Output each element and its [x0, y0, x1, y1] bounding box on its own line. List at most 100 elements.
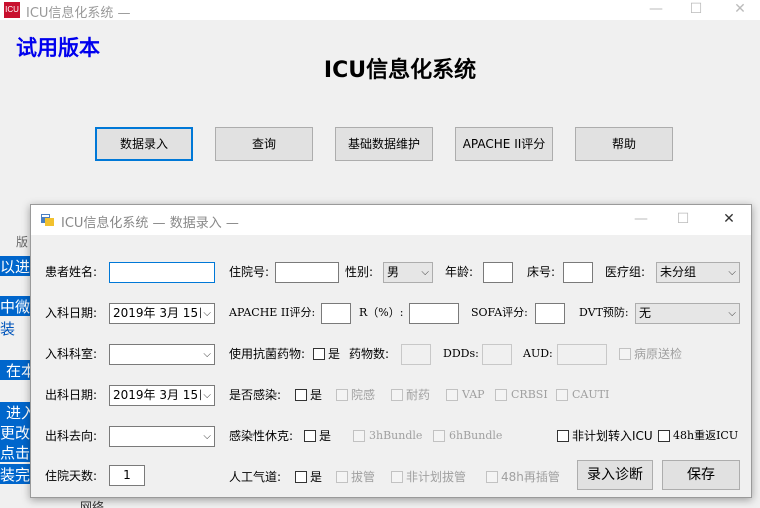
app-logo-icon: ICU: [4, 2, 20, 18]
infection-checkbox[interactable]: [295, 389, 307, 401]
destination-select[interactable]: ⌵: [109, 426, 215, 447]
left-fragment: 以进: [0, 256, 30, 276]
readmit-48h-checkbox[interactable]: [658, 430, 670, 442]
unplanned-extubation-checkbox[interactable]: [391, 471, 403, 483]
sofa-score-input[interactable]: [535, 303, 565, 324]
age-input[interactable]: [483, 262, 513, 283]
base-data-button[interactable]: 基础数据维护: [335, 127, 433, 161]
left-fragment: 点击: [0, 442, 30, 462]
chevron-down-icon: ⌵: [201, 304, 211, 323]
maximize-button[interactable]: ☐: [676, 0, 716, 20]
left-fragment: 装: [0, 320, 16, 338]
dialog-close-button[interactable]: ✕: [709, 210, 749, 230]
r-percent-label: R（%）:: [359, 306, 404, 319]
minimize-button[interactable]: —: [636, 0, 676, 20]
dvt-value: 无: [639, 306, 652, 320]
chevron-down-icon: ⌵: [203, 349, 211, 360]
vap-label: VAP: [462, 388, 485, 401]
septic-shock-label: 感染性休克:: [229, 429, 294, 443]
admit-date-picker[interactable]: 2019年 3月 15日 ⌵: [109, 303, 215, 324]
gender-value: 男: [387, 265, 400, 279]
extubation-checkbox[interactable]: [336, 471, 348, 483]
cauti-checkbox[interactable]: [556, 389, 568, 401]
hospital-infection-checkbox[interactable]: [336, 389, 348, 401]
query-button[interactable]: 查询: [215, 127, 313, 161]
left-fragment: 中微: [0, 296, 30, 316]
dialog-minimize-button[interactable]: —: [621, 210, 661, 230]
network-fragment: 网络: [80, 500, 105, 508]
drug-count-label: 药物数:: [349, 347, 390, 361]
specimen-checkbox[interactable]: [619, 348, 631, 360]
left-fragment: 在本: [0, 360, 30, 380]
ddds-input[interactable]: [482, 344, 512, 365]
team-label: 医疗组:: [605, 265, 646, 279]
hospital-infection-label: 院感: [351, 388, 376, 402]
chevron-down-icon: ⌵: [201, 386, 211, 405]
destination-label: 出科去向:: [45, 429, 98, 443]
airway-checkbox[interactable]: [295, 471, 307, 483]
help-button[interactable]: 帮助: [575, 127, 673, 161]
r-percent-input[interactable]: [409, 303, 459, 324]
septic-shock-checkbox[interactable]: [304, 430, 316, 442]
patient-name-input[interactable]: [109, 262, 215, 283]
bundle-3h-label: 3hBundle: [369, 429, 423, 442]
unplanned-icu-checkbox[interactable]: [557, 430, 569, 442]
data-entry-dialog: ICU信息化系统 — 数据录入 — — ☐ ✕ 患者姓名: 住院号: 性别: 男…: [30, 204, 752, 498]
reintubation-48h-label: 48h再插管: [501, 470, 560, 484]
team-value: 未分组: [660, 265, 697, 279]
infection-label: 是否感染:: [229, 388, 282, 402]
hospital-no-input[interactable]: [275, 262, 339, 283]
reintubation-48h-checkbox[interactable]: [486, 471, 498, 483]
team-select[interactable]: 未分组 ⌵: [656, 262, 740, 283]
enter-diagnosis-button[interactable]: 录入诊断: [577, 460, 653, 490]
close-button[interactable]: ✕: [720, 0, 760, 20]
dialog-title: ICU信息化系统 — 数据录入 —: [61, 216, 239, 231]
chevron-down-icon: ⌵: [203, 431, 211, 442]
dept-select[interactable]: ⌵: [109, 344, 215, 365]
airway-label: 人工气道:: [229, 470, 282, 484]
bundle-6h-label: 6hBundle: [449, 429, 503, 442]
dialog-maximize-button[interactable]: ☐: [663, 210, 703, 230]
bundle-6h-checkbox[interactable]: [433, 430, 445, 442]
unplanned-extubation-label: 非计划拔管: [406, 470, 467, 484]
dvt-select[interactable]: 无 ⌵: [635, 303, 740, 324]
infection-yes-label: 是: [310, 388, 323, 402]
gender-select[interactable]: 男 ⌵: [383, 262, 433, 283]
discharge-date-label: 出科日期:: [45, 388, 98, 402]
form-icon: [41, 214, 54, 226]
hospital-no-label: 住院号:: [229, 265, 270, 279]
vap-checkbox[interactable]: [446, 389, 458, 401]
antibiotic-label: 使用抗菌药物:: [229, 347, 306, 361]
gender-label: 性别:: [345, 265, 374, 279]
discharge-date-picker[interactable]: 2019年 3月 15日 ⌵: [109, 385, 215, 406]
admit-date-label: 入科日期:: [45, 306, 98, 320]
drug-count-input[interactable]: [401, 344, 431, 365]
aud-label: AUD:: [523, 347, 553, 360]
trial-version-label: 试用版本: [16, 35, 100, 60]
antibiotic-checkbox[interactable]: [313, 348, 325, 360]
bed-input[interactable]: [563, 262, 593, 283]
patient-name-label: 患者姓名:: [45, 265, 98, 279]
background-fragment: 版: [16, 235, 29, 249]
drug-resistance-checkbox[interactable]: [391, 389, 403, 401]
hospital-days-label: 住院天数:: [45, 469, 98, 483]
ddds-label: DDDs:: [443, 347, 479, 360]
crbsi-checkbox[interactable]: [495, 389, 507, 401]
left-fragment: 更改轨: [0, 422, 30, 442]
system-title: ICU信息化系统: [323, 58, 477, 83]
apache-score-input[interactable]: [321, 303, 351, 324]
apache-score-button[interactable]: APACHE II评分: [455, 127, 553, 161]
airway-yes-label: 是: [310, 470, 323, 484]
hospital-days-input[interactable]: 1: [109, 465, 145, 486]
main-window-title: ICU信息化系统 —: [26, 6, 131, 21]
age-label: 年龄:: [445, 265, 474, 279]
aud-input[interactable]: [557, 344, 607, 365]
save-button[interactable]: 保存: [662, 460, 740, 490]
antibiotic-yes-label: 是: [328, 347, 341, 361]
data-entry-button[interactable]: 数据录入: [95, 127, 193, 161]
sofa-score-label: SOFA评分:: [471, 306, 528, 319]
chevron-down-icon: ⌵: [421, 267, 429, 278]
bundle-3h-checkbox[interactable]: [353, 430, 365, 442]
chevron-down-icon: ⌵: [728, 308, 736, 319]
main-titlebar: ICU ICU信息化系统 — — ☐ ✕: [0, 0, 760, 21]
